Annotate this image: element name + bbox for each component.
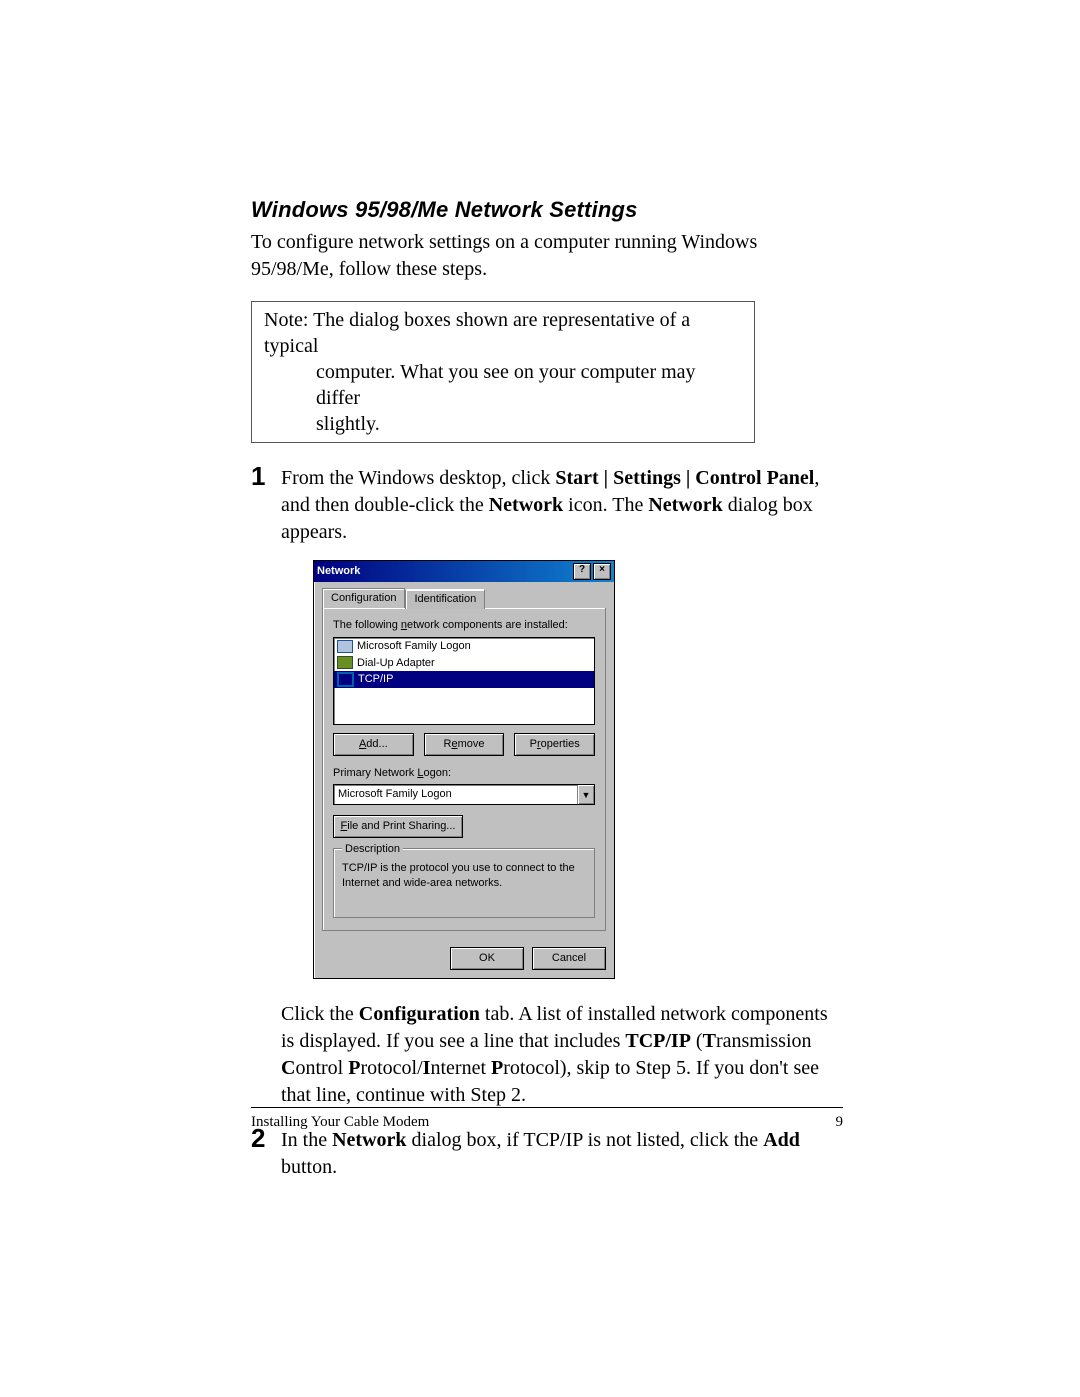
combo-value: Microsoft Family Logon xyxy=(338,787,452,802)
description-group: Description TCP/IP is the protocol you u… xyxy=(333,848,595,918)
tab-configuration[interactable]: Configuration xyxy=(322,588,405,608)
protocol-icon xyxy=(337,672,354,687)
dialog-title: Network xyxy=(317,564,360,579)
step-1-text-c: icon. The xyxy=(563,494,648,516)
chevron-down-icon[interactable]: ▼ xyxy=(577,785,594,804)
footer-page-number: 9 xyxy=(836,1114,844,1131)
dialog-titlebar[interactable]: Network ? × xyxy=(314,561,614,582)
note-box: Note: The dialog boxes shown are represe… xyxy=(251,301,755,443)
list-item-label: Microsoft Family Logon xyxy=(357,639,471,654)
description-legend: Description xyxy=(342,842,403,857)
footer-chapter: Installing Your Cable Modem xyxy=(251,1114,429,1131)
page-heading: Windows 95/98/Me Network Settings xyxy=(251,197,843,223)
step-1-text-a: From the Windows desktop, click xyxy=(281,467,555,489)
cancel-button[interactable]: Cancel xyxy=(532,947,606,970)
step-1: 1 From the Windows desktop, click Start … xyxy=(251,465,843,1109)
note-line-2: computer. What you see on your computer … xyxy=(316,359,744,411)
page-footer: Installing Your Cable Modem 9 xyxy=(251,1107,843,1131)
remove-button[interactable]: Remove xyxy=(424,733,505,756)
tab-identification[interactable]: Identification xyxy=(405,589,485,609)
file-print-sharing-button[interactable]: File and Print Sharing... xyxy=(333,815,463,838)
primary-network-logon-label: Primary Network Logon: xyxy=(333,766,595,781)
description-text: TCP/IP is the protocol you use to connec… xyxy=(342,862,575,889)
close-button[interactable]: × xyxy=(593,563,611,580)
note-line-1: Note: The dialog boxes shown are represe… xyxy=(264,307,744,359)
list-item-selected[interactable]: TCP/IP xyxy=(334,671,594,688)
list-item-label: TCP/IP xyxy=(358,672,393,687)
step-1-bold-3: Network xyxy=(648,494,722,516)
add-button[interactable]: Add... xyxy=(333,733,414,756)
note-line-3: slightly. xyxy=(316,411,744,437)
list-item[interactable]: Dial-Up Adapter xyxy=(334,655,594,672)
step-2: 2 In the Network dialog box, if TCP/IP i… xyxy=(251,1127,843,1181)
ok-button[interactable]: OK xyxy=(450,947,524,970)
list-item-label: Dial-Up Adapter xyxy=(357,656,435,671)
intro-text: To configure network settings on a compu… xyxy=(251,229,843,283)
dialog-pane: The following network components are ins… xyxy=(322,608,606,931)
primary-logon-combo[interactable]: Microsoft Family Logon ▼ xyxy=(333,784,595,805)
adapter-icon xyxy=(337,656,353,669)
step-1-followup: Click the Configuration tab. A list of i… xyxy=(281,1001,843,1109)
list-item[interactable]: Microsoft Family Logon xyxy=(334,638,594,655)
properties-button[interactable]: Properties xyxy=(514,733,595,756)
components-listbox[interactable]: Microsoft Family Logon Dial-Up Adapter T… xyxy=(333,637,595,725)
help-button[interactable]: ? xyxy=(573,563,591,580)
installed-components-label: The following network components are ins… xyxy=(333,618,595,633)
network-dialog: Network ? × Configuration Identification… xyxy=(313,560,615,979)
step-1-bold-2: Network xyxy=(489,494,563,516)
step-1-bold-1: Start | Settings | Control Panel xyxy=(555,467,814,489)
client-icon xyxy=(337,640,353,653)
step-1-number: 1 xyxy=(251,459,265,494)
